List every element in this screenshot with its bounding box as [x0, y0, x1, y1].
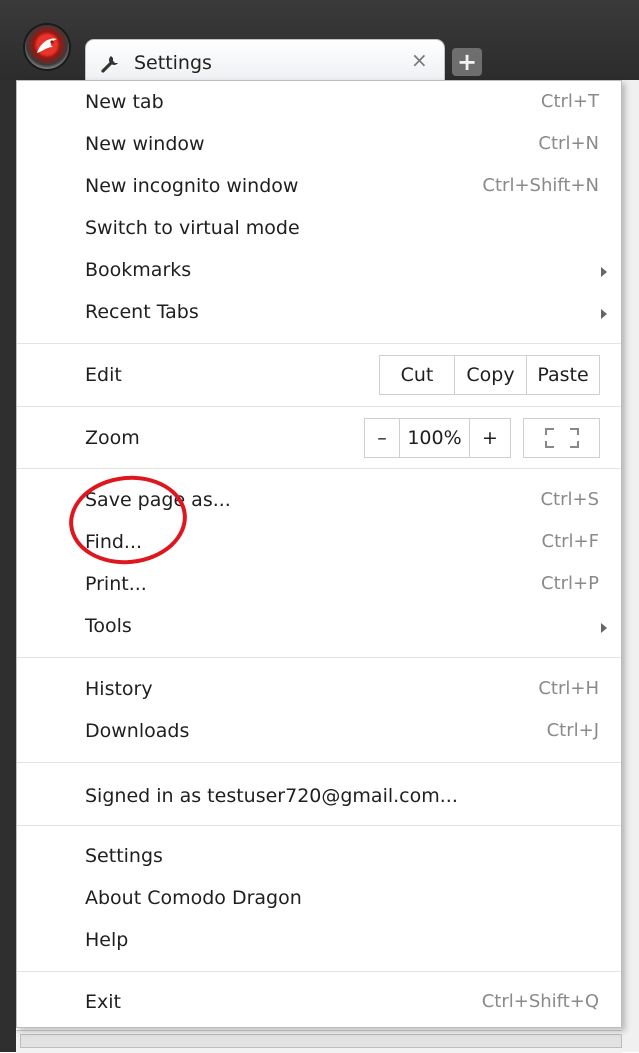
menu-item-about[interactable]: About Comodo Dragon [17, 879, 621, 919]
menu-item-label: Signed in as testuser720@gmail.com... [85, 785, 458, 807]
menu-item-shortcut: Ctrl+H [538, 678, 599, 699]
menu-item-label: Switch to virtual mode [85, 217, 300, 239]
menu-item-label: Exit [85, 991, 121, 1013]
menu-item-history[interactable]: History Ctrl+H [17, 670, 621, 710]
menu-separator [17, 657, 621, 658]
edit-button-group: Cut Copy Paste [379, 355, 600, 395]
menu-separator [17, 406, 621, 407]
menu-item-switch-virtual-mode[interactable]: Switch to virtual mode [17, 209, 621, 249]
paste-button[interactable]: Paste [527, 356, 599, 394]
menu-item-label: Downloads [85, 720, 190, 742]
window-right-frame [622, 80, 639, 1052]
zoom-in-button[interactable]: + [470, 419, 510, 457]
tab-settings[interactable]: Settings × [85, 39, 445, 81]
menu-separator [17, 343, 621, 344]
menu-item-shortcut: Ctrl+N [538, 133, 599, 154]
menu-item-shortcut: Ctrl+F [541, 531, 599, 552]
menu-item-label: Recent Tabs [85, 301, 199, 323]
cut-button[interactable]: Cut [380, 356, 455, 394]
menu-item-shortcut: Ctrl+S [540, 489, 599, 510]
zoom-out-button[interactable]: – [365, 419, 400, 457]
submenu-arrow-icon [601, 623, 607, 633]
zoom-control-group: – 100% + [364, 418, 511, 458]
comodo-dragon-logo-icon[interactable] [25, 25, 69, 69]
menu-item-exit[interactable]: Exit Ctrl+Shift+Q [17, 983, 621, 1023]
menu-item-label: History [85, 678, 153, 700]
status-bar [20, 1034, 622, 1048]
browser-main-menu: New tab Ctrl+T New window Ctrl+N New inc… [16, 80, 622, 1028]
submenu-arrow-icon [601, 267, 607, 277]
menu-separator [17, 971, 621, 972]
menu-item-help[interactable]: Help [17, 921, 621, 961]
tab-title: Settings [134, 52, 212, 74]
menu-item-label: New tab [85, 91, 164, 113]
submenu-arrow-icon [601, 309, 607, 319]
menu-item-label: Bookmarks [85, 259, 192, 281]
menu-item-print[interactable]: Print... Ctrl+P [17, 565, 621, 605]
menu-item-label: Tools [85, 615, 132, 637]
window-left-frame [0, 80, 16, 1052]
menu-item-bookmarks[interactable]: Bookmarks [17, 251, 621, 291]
menu-item-new-tab[interactable]: New tab Ctrl+T [17, 83, 621, 123]
fullscreen-button[interactable] [523, 418, 600, 458]
menu-item-signed-in[interactable]: Signed in as testuser720@gmail.com... [17, 777, 621, 817]
menu-item-label: Settings [85, 845, 163, 867]
menu-item-label: Print... [85, 573, 147, 595]
menu-item-shortcut: Ctrl+J [546, 720, 599, 741]
menu-item-shortcut: Ctrl+Shift+Q [481, 991, 599, 1012]
menu-item-label: About Comodo Dragon [85, 887, 302, 909]
menu-item-shortcut: Ctrl+T [540, 91, 599, 112]
tab-close-icon[interactable]: × [411, 50, 428, 70]
menu-item-new-window[interactable]: New window Ctrl+N [17, 125, 621, 165]
fullscreen-icon [545, 428, 579, 448]
menu-item-shortcut: Ctrl+P [541, 573, 599, 594]
menu-item-shortcut: Ctrl+Shift+N [482, 175, 599, 196]
menu-item-label: New window [85, 133, 205, 155]
menu-separator [17, 468, 621, 469]
menu-separator [17, 825, 621, 826]
new-tab-button[interactable]: + [452, 48, 482, 76]
wrench-icon [100, 52, 122, 78]
menu-item-tools[interactable]: Tools [17, 607, 621, 647]
menu-separator [17, 762, 621, 763]
menu-item-downloads[interactable]: Downloads Ctrl+J [17, 712, 621, 752]
zoom-level-display: 100% [400, 419, 470, 457]
menu-item-settings[interactable]: Settings [17, 837, 621, 877]
menu-item-label: Help [85, 929, 129, 951]
menu-item-recent-tabs[interactable]: Recent Tabs [17, 293, 621, 333]
menu-item-label: New incognito window [85, 175, 299, 197]
menu-item-label: Zoom [85, 427, 140, 449]
menu-item-new-incognito-window[interactable]: New incognito window Ctrl+Shift+N [17, 167, 621, 207]
menu-item-label: Edit [85, 364, 122, 386]
copy-button[interactable]: Copy [455, 356, 527, 394]
